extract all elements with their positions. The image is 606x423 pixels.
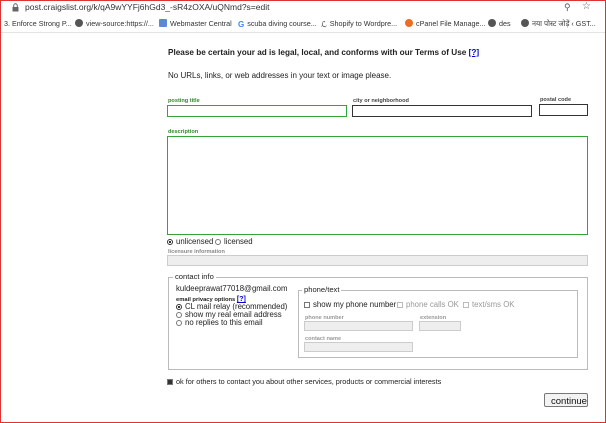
posting-title-input[interactable] xyxy=(167,105,347,117)
address-bar[interactable]: post.craigslist.org/k/qA9wYYFj6hGd3_-sR4… xyxy=(1,1,605,15)
ok-contact-checkbox[interactable] xyxy=(167,379,173,385)
unlicensed-option[interactable]: unlicensed xyxy=(167,237,213,246)
no-urls-note: No URLs, links, or web addresses in your… xyxy=(168,71,392,80)
privacy-noreply-radio[interactable] xyxy=(176,320,182,326)
star-icon[interactable]: ☆ xyxy=(582,1,591,12)
description-textarea[interactable] xyxy=(167,136,588,235)
bookmark-cpanel[interactable]: cPanel File Manage... xyxy=(405,19,486,28)
terms-notice: Please be certain your ad is legal, loca… xyxy=(168,48,480,57)
bookmark-webmaster[interactable]: Webmaster Central xyxy=(159,19,232,28)
show-phone-option[interactable]: show my phone number xyxy=(304,300,396,309)
bookmark-shopify[interactable]: ℒ Shopify to Wordpre... xyxy=(321,19,397,29)
bookmark-view-source[interactable]: view-source:https://... xyxy=(75,19,154,28)
text-sms-option[interactable]: text/sms OK xyxy=(463,300,514,309)
bookmarks-bar: 3. Enforce Strong P... view-source:https… xyxy=(1,16,605,33)
email-address: kuldeeprawat77018@gmail.com xyxy=(176,284,288,293)
contact-info-legend: contact info xyxy=(173,272,216,281)
licensed-radio[interactable] xyxy=(215,239,221,245)
extension-input[interactable] xyxy=(419,321,461,331)
postal-code-input[interactable] xyxy=(539,104,588,116)
globe-icon xyxy=(75,19,83,27)
globe-icon xyxy=(488,19,496,27)
phone-calls-checkbox[interactable] xyxy=(397,302,403,308)
phone-calls-option[interactable]: phone calls OK xyxy=(397,300,459,309)
text-sms-checkbox[interactable] xyxy=(463,302,469,308)
show-phone-checkbox[interactable] xyxy=(304,302,310,308)
continue-button[interactable]: continue xyxy=(544,393,588,407)
url-text[interactable]: post.craigslist.org/k/qA9wYYFj6hGd3_-sR4… xyxy=(25,2,269,12)
licensed-option[interactable]: licensed xyxy=(215,237,253,246)
postal-code-label: postal code xyxy=(540,97,572,103)
zap-icon: ℒ xyxy=(321,20,327,29)
phone-number-input[interactable] xyxy=(304,321,413,331)
wordpress-icon xyxy=(521,19,529,27)
ok-contact-option[interactable]: ok for others to contact you about other… xyxy=(167,377,441,386)
bookmark-enforce[interactable]: 3. Enforce Strong P... xyxy=(4,19,72,28)
contact-name-input[interactable] xyxy=(304,342,413,352)
bookmark-des[interactable]: des xyxy=(488,19,511,28)
city-input[interactable] xyxy=(352,105,532,117)
unlicensed-radio[interactable] xyxy=(167,239,173,245)
zoom-icon[interactable]: ⚲ xyxy=(564,2,571,13)
description-label: description xyxy=(168,129,199,135)
lock-icon xyxy=(12,3,19,12)
phone-text-legend: phone/text xyxy=(302,285,342,294)
bookmark-wordpress[interactable]: नया पोस्ट जोड़ें ‹ GST... xyxy=(521,19,596,29)
privacy-option-noreply[interactable]: no replies to this email xyxy=(176,318,263,327)
city-label: city or neighborhood xyxy=(353,98,409,104)
bookmark-scuba[interactable]: Gscuba diving course... xyxy=(238,19,317,29)
posting-title-label: posting title xyxy=(168,98,200,104)
google-icon: G xyxy=(238,20,245,29)
cpanel-icon xyxy=(405,19,413,27)
terms-help-link[interactable]: [?] xyxy=(469,48,479,57)
licensure-input xyxy=(167,255,588,266)
webmaster-icon xyxy=(159,19,167,27)
